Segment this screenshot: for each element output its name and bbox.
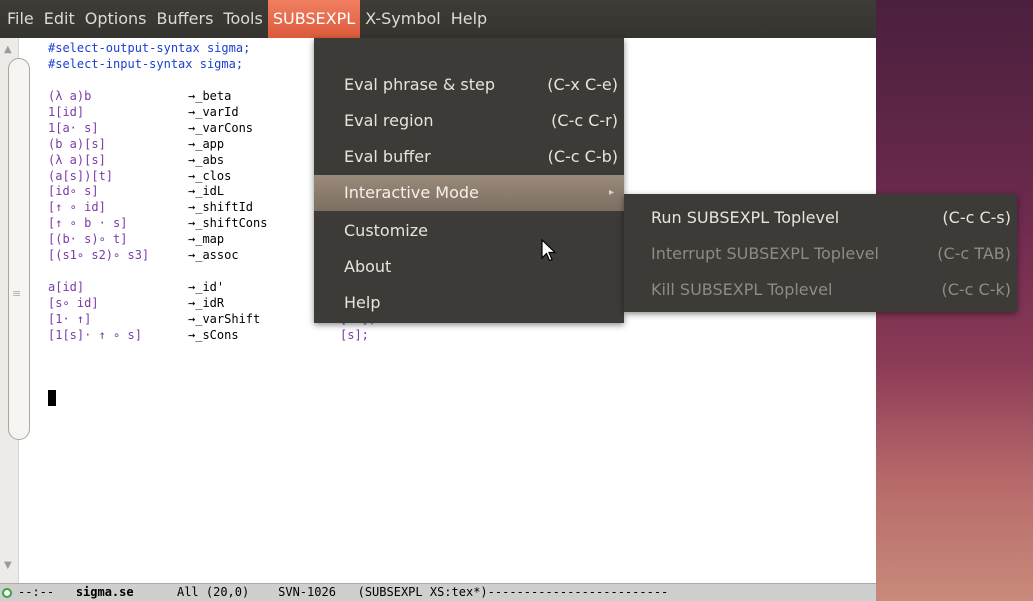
menu-item-interrupt-toplevel: Interrupt SUBSEXPL Toplevel (C-c TAB) bbox=[624, 236, 1017, 272]
rule-expression: [(b· s)∘ t] bbox=[48, 232, 128, 247]
menu-tools[interactable]: Tools bbox=[218, 0, 267, 38]
menu-item-accel: (C-c C-k) bbox=[941, 280, 1011, 299]
rule-name: →_shiftId bbox=[188, 200, 254, 215]
triangle-up-icon[interactable]: ▲ bbox=[4, 44, 12, 55]
menu-item-label: Eval buffer bbox=[344, 147, 431, 166]
rule-expression: (b a)[s] bbox=[48, 136, 106, 151]
rule-expression: [1· ↑] bbox=[48, 311, 92, 326]
text-cursor bbox=[48, 390, 56, 406]
rule-expression: [1[s]· ↑ ∘ s] bbox=[48, 327, 142, 342]
menu-item-eval-buffer[interactable]: Eval buffer (C-c C-b) bbox=[314, 139, 624, 175]
menu-buffers[interactable]: Buffers bbox=[152, 0, 219, 38]
rule-expression: 1[a· s] bbox=[48, 120, 99, 135]
code-line: #select-output-syntax sigma; bbox=[48, 41, 251, 55]
menu-item-eval-phrase[interactable]: Eval phrase & step (C-x C-e) bbox=[314, 67, 624, 103]
rule-result: [s]; bbox=[340, 327, 369, 342]
rule-name: →_shiftCons bbox=[188, 216, 268, 231]
menu-item-label: About bbox=[344, 257, 392, 276]
menu-item-accel: (C-x C-e) bbox=[547, 75, 618, 94]
menu-item-label: Run SUBSEXPL Toplevel bbox=[651, 208, 840, 227]
menu-item-label: Interactive Mode bbox=[344, 183, 479, 202]
rule-expression: (λ a)[s] bbox=[48, 152, 106, 167]
menu-item-label: Kill SUBSEXPL Toplevel bbox=[651, 280, 833, 299]
menu-item-eval-region[interactable]: Eval region (C-c C-r) bbox=[314, 103, 624, 139]
rule-name: →_varId bbox=[188, 104, 239, 119]
rule-name: →_map bbox=[188, 232, 225, 247]
rule-name: →_beta bbox=[188, 89, 232, 103]
menu-item-label: Customize bbox=[344, 221, 428, 240]
menu-item-accel: (C-c C-s) bbox=[942, 208, 1011, 227]
rule-expression: [↑ ∘ b · s] bbox=[48, 216, 128, 231]
menu-item-label: Interrupt SUBSEXPL Toplevel bbox=[651, 244, 879, 263]
modeline-vc: SVN-1026 bbox=[278, 585, 336, 599]
rule-expression: (a[s])[t] bbox=[48, 168, 114, 183]
rule-expression: [s∘ id] bbox=[48, 295, 99, 310]
modeline-status: --:-- bbox=[18, 585, 55, 599]
status-circle-icon bbox=[2, 588, 12, 598]
rule-name: →_id' bbox=[188, 279, 225, 294]
menubar: File Edit Options Buffers Tools SUBSEXPL… bbox=[0, 0, 876, 38]
menu-item-interactive-mode[interactable]: Interactive Mode ▸ bbox=[314, 175, 624, 211]
menu-item-label: Eval region bbox=[344, 111, 434, 130]
mode-line: --:-- sigma.se All (20,0) SVN-1026 (SUBS… bbox=[0, 583, 876, 601]
menu-edit[interactable]: Edit bbox=[39, 0, 80, 38]
menu-item-kill-toplevel: Kill SUBSEXPL Toplevel (C-c C-k) bbox=[624, 272, 1017, 308]
scrollbar-thumb[interactable]: ≡ bbox=[8, 58, 30, 440]
menu-item-accel: (C-c TAB) bbox=[937, 244, 1011, 263]
modeline-position: All (20,0) bbox=[176, 585, 250, 599]
rule-line: [1[s]· ↑ ∘ s] →_sCons [s]; bbox=[48, 327, 648, 343]
mouse-pointer-icon bbox=[541, 239, 557, 262]
modeline-fill: ------------------------- bbox=[487, 585, 669, 599]
menu-item-label: Help bbox=[344, 293, 381, 312]
rule-name: →_assoc bbox=[188, 248, 239, 262]
menu-item-accel: (C-c C-b) bbox=[547, 147, 618, 166]
rule-expression: [id∘ s] bbox=[48, 184, 99, 199]
menu-item-accel: (C-c C-r) bbox=[551, 111, 618, 130]
rule-expression: (λ a)b bbox=[48, 89, 92, 103]
modeline-buffer-name: sigma.se bbox=[75, 585, 134, 599]
rule-expression: a[id] bbox=[48, 279, 85, 294]
menu-help[interactable]: Help bbox=[446, 0, 492, 38]
vertical-scrollbar[interactable]: ▲ ≡ ▼ bbox=[0, 38, 30, 601]
menu-item-label: Eval phrase & step bbox=[344, 75, 496, 94]
rule-name: →_sCons bbox=[188, 327, 239, 342]
rule-name: →_varShift bbox=[188, 311, 261, 326]
grip-icon: ≡ bbox=[12, 287, 22, 300]
menu-x-symbol[interactable]: X-Symbol bbox=[360, 0, 446, 38]
menu-file[interactable]: File bbox=[0, 0, 39, 38]
menu-item-help[interactable]: Help bbox=[314, 285, 624, 321]
subsexpl-menu: Eval phrase & step (C-x C-e) Eval region… bbox=[314, 38, 624, 323]
rule-expression: [↑ ∘ id] bbox=[48, 200, 106, 215]
menu-item-run-toplevel[interactable]: Run SUBSEXPL Toplevel (C-c C-s) bbox=[624, 200, 1017, 236]
menu-options[interactable]: Options bbox=[80, 0, 152, 38]
rule-expression: 1[id] bbox=[48, 104, 85, 119]
menu-item-customize[interactable]: Customize bbox=[314, 213, 624, 249]
menu-item-about[interactable]: About bbox=[314, 249, 624, 285]
rule-name: →_abs bbox=[188, 152, 225, 167]
chevron-right-icon: ▸ bbox=[608, 187, 614, 198]
code-line: #select-input-syntax sigma; bbox=[48, 57, 244, 71]
triangle-down-icon[interactable]: ▼ bbox=[4, 560, 12, 571]
rule-name: →_varCons bbox=[188, 120, 254, 135]
interactive-mode-submenu: Run SUBSEXPL Toplevel (C-c C-s) Interrup… bbox=[624, 194, 1017, 312]
rule-name: →_clos bbox=[188, 168, 232, 183]
rule-expression: [(s1∘ s2)∘ s3] bbox=[48, 248, 150, 262]
modeline-modes: (SUBSEXPL XS:tex*) bbox=[357, 585, 488, 599]
rule-name: →_app bbox=[188, 136, 225, 151]
rule-name: →_idR bbox=[188, 295, 225, 310]
menu-subsexpl[interactable]: SUBSEXPL bbox=[267, 0, 361, 38]
rule-name: →_idL bbox=[188, 184, 225, 199]
